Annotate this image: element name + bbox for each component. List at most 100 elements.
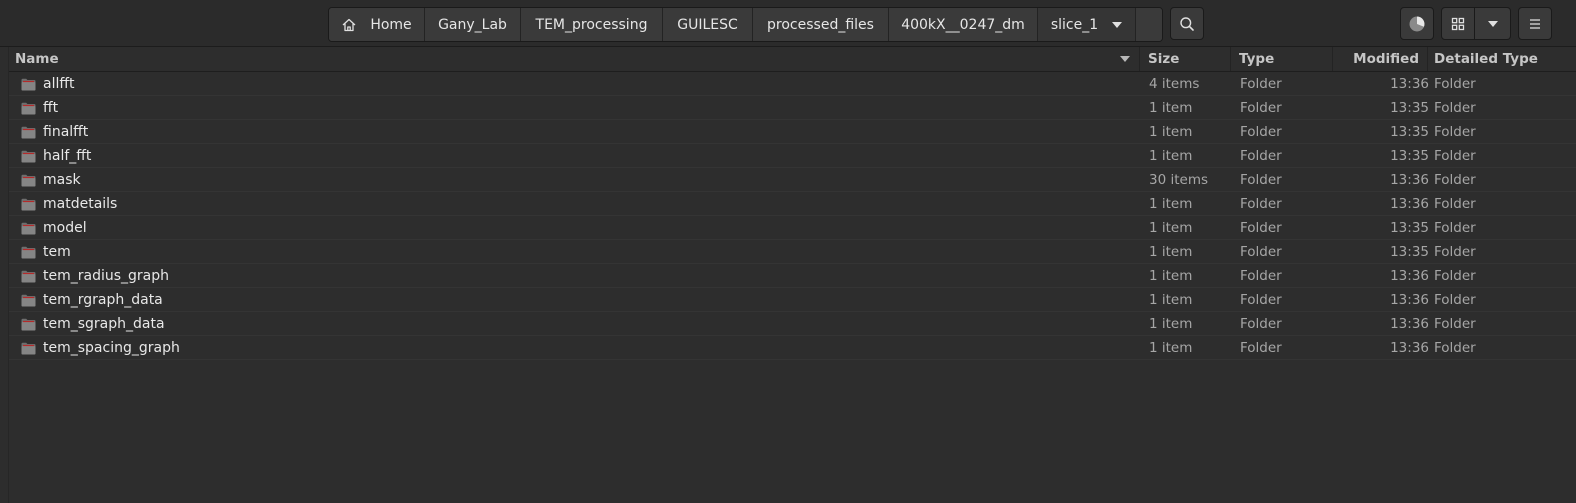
chevron-down-icon <box>1487 20 1498 27</box>
folder-icon <box>21 222 36 235</box>
table-row[interactable]: model 1 item Folder 13:35 Folder <box>9 216 1576 240</box>
column-header-modified[interactable]: Modified <box>1333 47 1428 71</box>
table-row[interactable]: allfft 4 items Folder 13:36 Folder <box>9 72 1576 96</box>
file-detailed-type: Folder <box>1434 340 1476 356</box>
folder-icon <box>21 246 36 259</box>
file-name: mask <box>43 172 81 188</box>
folder-icon <box>21 174 36 187</box>
file-detailed-type: Folder <box>1434 316 1476 332</box>
file-size: 1 item <box>1149 292 1193 308</box>
column-header-label: Detailed Type <box>1434 51 1538 67</box>
folder-icon <box>21 102 36 115</box>
file-type: Folder <box>1240 340 1282 356</box>
file-name: tem_spacing_graph <box>43 340 180 356</box>
column-header-detailed-type[interactable]: Detailed Type <box>1428 47 1576 71</box>
folder-icon <box>21 198 36 211</box>
file-modified: 13:36 <box>1390 172 1429 188</box>
crumb-processed-files[interactable]: processed_files <box>753 8 889 41</box>
crumb-label: 400kX__0247_dm <box>901 16 1025 33</box>
file-rows: allfft 4 items Folder 13:36 Folder fft 1… <box>9 72 1576 360</box>
pathbar-spacer <box>1136 8 1162 41</box>
file-modified: 13:35 <box>1390 244 1429 260</box>
file-type: Folder <box>1240 196 1282 212</box>
file-name-cell: tem_rgraph_data <box>21 288 163 312</box>
file-detailed-type: Folder <box>1434 172 1476 188</box>
column-header-size[interactable]: Size <box>1140 47 1231 71</box>
view-toggle-button[interactable] <box>1441 7 1475 40</box>
crumb-label: TEM_processing <box>535 16 648 33</box>
table-row[interactable]: tem_sgraph_data 1 item Folder 13:36 Fold… <box>9 312 1576 336</box>
file-type: Folder <box>1240 124 1282 140</box>
file-list-view: Name Size Type Modified Detailed Type al… <box>0 47 1576 503</box>
search-icon <box>1179 16 1195 32</box>
folder-icon <box>21 318 36 331</box>
table-row[interactable]: tem_rgraph_data 1 item Folder 13:36 Fold… <box>9 288 1576 312</box>
file-type: Folder <box>1240 292 1282 308</box>
crumb-home[interactable]: Home <box>329 8 425 41</box>
file-type: Folder <box>1240 172 1282 188</box>
crumb-guilesc[interactable]: GUILESC <box>663 8 753 41</box>
column-header-name[interactable]: Name <box>9 47 1140 71</box>
crumb-gany-lab[interactable]: Gany_Lab <box>425 8 521 41</box>
file-type: Folder <box>1240 220 1282 236</box>
table-row[interactable]: half_fft 1 item Folder 13:35 Folder <box>9 144 1576 168</box>
pie-progress-icon <box>1408 15 1426 33</box>
file-name-cell: half_fft <box>21 144 91 168</box>
file-name-cell: mask <box>21 168 81 192</box>
sort-descending-icon <box>1120 56 1130 62</box>
crumb-label: Gany_Lab <box>438 16 507 33</box>
file-size: 1 item <box>1149 148 1193 164</box>
file-modified: 13:36 <box>1390 268 1429 284</box>
file-detailed-type: Folder <box>1434 148 1476 164</box>
chevron-down-icon[interactable] <box>1112 21 1123 28</box>
home-icon <box>341 17 357 33</box>
crumb-slice-1[interactable]: slice_1 <box>1038 8 1136 41</box>
file-detailed-type: Folder <box>1434 196 1476 212</box>
folder-icon <box>21 270 36 283</box>
file-name: half_fft <box>43 148 92 164</box>
file-type: Folder <box>1240 100 1282 116</box>
file-name-cell: fft <box>21 96 58 120</box>
file-size: 1 item <box>1149 268 1193 284</box>
folder-icon <box>21 342 36 355</box>
table-row[interactable]: tem 1 item Folder 13:35 Folder <box>9 240 1576 264</box>
file-name: tem <box>43 244 71 260</box>
file-detailed-type: Folder <box>1434 292 1476 308</box>
table-row[interactable]: matdetails 1 item Folder 13:36 Folder <box>9 192 1576 216</box>
file-size: 1 item <box>1149 316 1193 332</box>
file-modified: 13:35 <box>1390 100 1429 116</box>
file-name: tem_sgraph_data <box>43 316 165 332</box>
file-name-cell: finalfft <box>21 120 88 144</box>
file-type: Folder <box>1240 268 1282 284</box>
table-row[interactable]: tem_spacing_graph 1 item Folder 13:36 Fo… <box>9 336 1576 360</box>
table-row[interactable]: fft 1 item Folder 13:35 Folder <box>9 96 1576 120</box>
column-header-type[interactable]: Type <box>1231 47 1333 71</box>
file-modified: 13:35 <box>1390 124 1429 140</box>
table-row[interactable]: tem_radius_graph 1 item Folder 13:36 Fol… <box>9 264 1576 288</box>
main-menu-button[interactable] <box>1518 7 1552 40</box>
file-modified: 13:35 <box>1390 220 1429 236</box>
file-detailed-type: Folder <box>1434 124 1476 140</box>
file-name-cell: tem_sgraph_data <box>21 312 165 336</box>
file-size: 1 item <box>1149 196 1193 212</box>
file-size: 30 items <box>1149 172 1209 188</box>
crumb-label: Home <box>370 16 412 33</box>
crumb-400kx-0247-dm[interactable]: 400kX__0247_dm <box>889 8 1038 41</box>
file-size: 1 item <box>1149 220 1193 236</box>
column-header-label: Modified <box>1353 51 1419 67</box>
table-row[interactable]: finalfft 1 item Folder 13:35 Folder <box>9 120 1576 144</box>
file-type: Folder <box>1240 244 1282 260</box>
table-row[interactable]: mask 30 items Folder 13:36 Folder <box>9 168 1576 192</box>
crumb-label: slice_1 <box>1050 16 1099 33</box>
view-options-button[interactable] <box>1475 7 1511 40</box>
file-name: model <box>43 220 87 236</box>
crumb-label: processed_files <box>767 16 874 33</box>
file-modified: 13:36 <box>1390 340 1429 356</box>
operations-progress-button[interactable] <box>1400 7 1434 40</box>
search-button[interactable] <box>1170 7 1204 40</box>
breadcrumb: Home Gany_Lab TEM_processing GUILESC pro… <box>328 7 1163 42</box>
crumb-tem-processing[interactable]: TEM_processing <box>521 8 663 41</box>
hamburger-icon <box>1528 18 1542 30</box>
file-modified: 13:35 <box>1390 148 1429 164</box>
crumb-label: GUILESC <box>677 16 738 33</box>
